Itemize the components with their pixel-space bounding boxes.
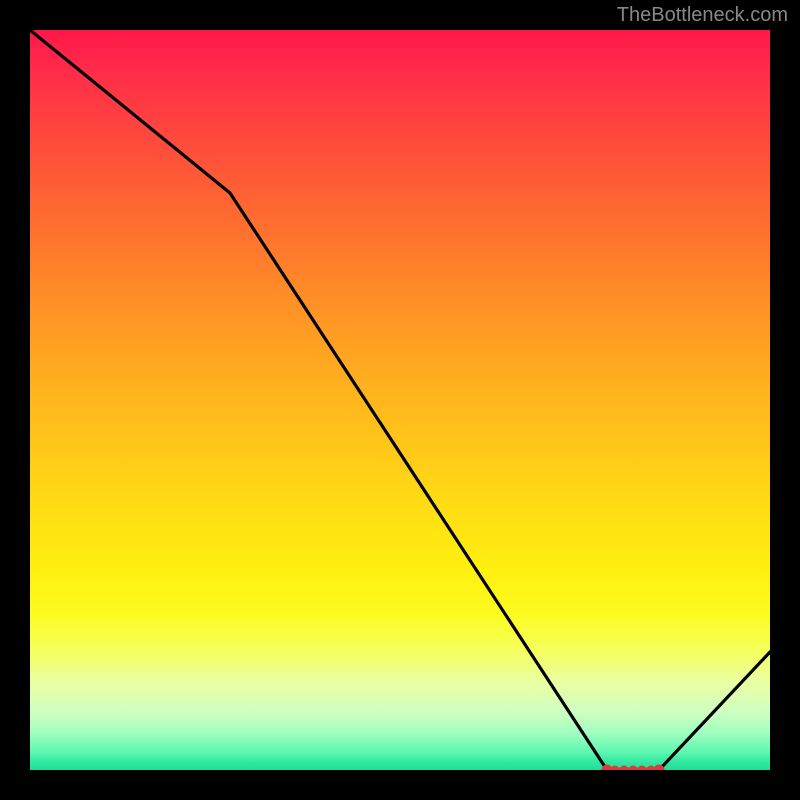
plot-area <box>30 30 770 770</box>
chart-container: TheBottleneck.com <box>0 0 800 800</box>
optimal-range-marker <box>602 765 665 771</box>
bottleneck-line <box>30 30 770 770</box>
line-chart-svg <box>30 30 770 770</box>
attribution-text: TheBottleneck.com <box>617 4 788 27</box>
